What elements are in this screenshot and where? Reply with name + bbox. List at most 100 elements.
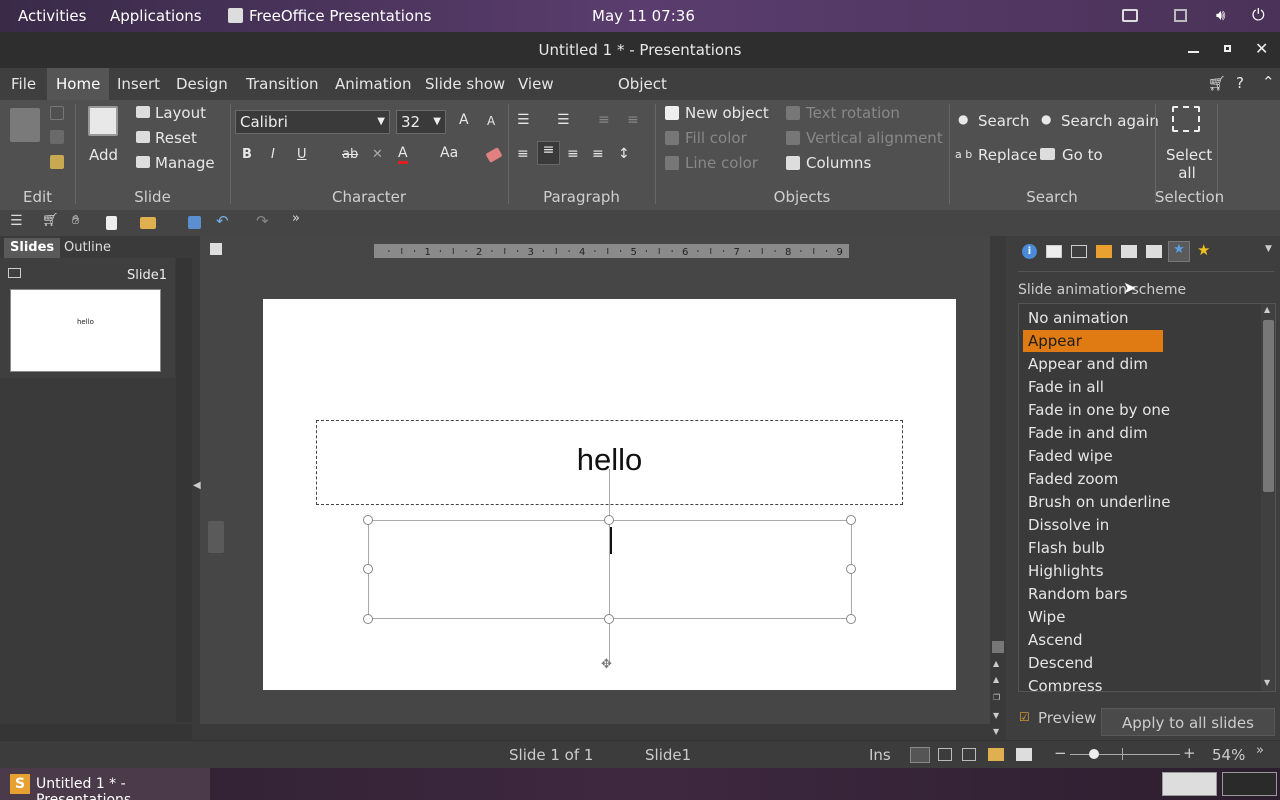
add-slide-button[interactable]: Add xyxy=(89,146,118,164)
volume-icon[interactable]: 🔊︎ xyxy=(1216,6,1225,24)
resize-handle-b[interactable] xyxy=(604,614,614,624)
first-slide-icon[interactable]: ▲ xyxy=(993,659,999,668)
slide-thumbnail-container[interactable]: Slide1 hello xyxy=(0,258,175,378)
align-right-icon[interactable]: ≡ xyxy=(567,146,579,162)
zoom-in-icon[interactable]: + xyxy=(1183,744,1196,762)
animation-scheme-item[interactable]: Ascend xyxy=(1027,629,1084,651)
maximize-icon[interactable] xyxy=(1224,45,1231,52)
resize-handle-r[interactable] xyxy=(846,564,856,574)
menu-insert[interactable]: Insert xyxy=(108,68,169,100)
applications-menu[interactable]: Applications xyxy=(110,7,202,25)
resize-handle-br[interactable] xyxy=(846,614,856,624)
animation-scheme-item[interactable]: Fade in and dim xyxy=(1027,422,1149,444)
animation-scheme-item[interactable]: Appear and dim xyxy=(1027,353,1149,375)
animation-scheme-item[interactable]: Appear xyxy=(1023,330,1163,352)
new-document-icon[interactable] xyxy=(106,216,117,230)
resize-handle-bl[interactable] xyxy=(363,614,373,624)
align-center-icon[interactable]: ≡ xyxy=(537,141,560,165)
horizontal-ruler[interactable]: 1 2 3 4 5 6 7 8 9 xyxy=(374,244,849,258)
animation-scheme-item[interactable]: Fade in all xyxy=(1027,376,1105,398)
redo-icon[interactable]: ↷ xyxy=(256,212,269,230)
eraser-icon[interactable] xyxy=(485,147,503,163)
text-rotation-button[interactable]: Text rotation xyxy=(806,104,900,122)
animation-scheme-item[interactable]: Flash bulb xyxy=(1027,537,1106,559)
slide-canvas[interactable]: hello ✥ xyxy=(263,299,956,690)
panel-menu-icon[interactable]: ▼ xyxy=(1265,244,1272,254)
menu-view[interactable]: View xyxy=(509,68,563,100)
copy-slide-icon[interactable]: ❐ xyxy=(993,693,1000,702)
slide-sorter-icon[interactable] xyxy=(938,748,952,761)
animation-scheme-item[interactable]: Descend xyxy=(1027,652,1094,674)
open-folder-icon[interactable] xyxy=(140,217,156,229)
menu-animation[interactable]: Animation xyxy=(326,68,420,100)
touch-mode-icon[interactable]: ✋︎ xyxy=(72,213,79,228)
resize-handle-t[interactable] xyxy=(604,515,614,525)
preview-checkbox[interactable]: ☑ xyxy=(1019,710,1030,724)
slide-transition-panel-icon[interactable] xyxy=(1121,245,1137,258)
animation-scheme-icon[interactable]: ★ xyxy=(1168,241,1190,262)
fill-color-button[interactable]: Fill color xyxy=(685,129,747,147)
zoom-slider-thumb[interactable] xyxy=(1089,749,1099,759)
animation-scheme-item[interactable]: Fade in one by one xyxy=(1027,399,1171,421)
bold-icon[interactable]: B xyxy=(242,147,252,162)
animation-scheme-item[interactable]: Faded wipe xyxy=(1027,445,1114,467)
activities-button[interactable]: Activities xyxy=(18,7,86,25)
clear-format-icon[interactable]: ✕ xyxy=(372,147,383,162)
cart-icon[interactable]: 🛒︎ xyxy=(1208,76,1226,92)
search-button[interactable]: Search xyxy=(978,112,1030,130)
underline-icon[interactable]: U xyxy=(297,147,307,162)
editor-vertical-scrollbar[interactable]: ▲ ▲ ❐ ▼ ▼ xyxy=(990,236,1006,740)
cut-icon[interactable] xyxy=(50,106,64,120)
app-menu[interactable]: FreeOffice Presentations xyxy=(249,7,431,25)
collapse-ribbon-icon[interactable]: ⌃ xyxy=(1262,73,1275,91)
custom-animation-icon[interactable] xyxy=(1146,245,1162,258)
list-scroll-down-icon[interactable]: ▼ xyxy=(1264,678,1270,687)
animation-scheme-item[interactable]: Wipe xyxy=(1027,606,1066,628)
editor-horizontal-scrollbar[interactable] xyxy=(200,724,990,740)
replace-button[interactable]: Replace xyxy=(978,146,1037,164)
grow-font-icon[interactable]: A xyxy=(459,112,469,128)
line-color-button[interactable]: Line color xyxy=(685,154,758,172)
menu-object[interactable]: Object xyxy=(609,68,676,100)
font-color-icon[interactable]: A xyxy=(398,145,408,164)
layout-button[interactable]: Layout xyxy=(155,104,206,122)
zoom-level[interactable]: 54% xyxy=(1212,746,1245,764)
undo-icon[interactable]: ↶ xyxy=(216,212,229,230)
animation-scheme-list[interactable]: ▲ ▼ No animation Appear Appear and dim Fade… xyxy=(1018,303,1276,692)
numbering-icon[interactable]: ☰ xyxy=(557,112,570,128)
columns-button[interactable]: Columns xyxy=(806,154,871,172)
prev-slide-icon[interactable]: ▲ xyxy=(993,675,999,684)
animation-scheme-item[interactable]: Compress xyxy=(1027,675,1103,691)
pane-resize-handle[interactable] xyxy=(208,521,224,553)
move-handle-icon[interactable]: ✥ xyxy=(601,657,612,672)
menu-transition[interactable]: Transition xyxy=(237,68,328,100)
animation-scheme-item[interactable]: No animation xyxy=(1027,307,1130,329)
list-scroll-up-icon[interactable]: ▲ xyxy=(1264,305,1270,314)
slide-thumbnail[interactable]: hello xyxy=(10,289,161,372)
apply-all-slides-button[interactable]: Apply to all slides xyxy=(1101,708,1275,736)
reset-button[interactable]: Reset xyxy=(155,129,197,147)
zoom-slider-track[interactable] xyxy=(1070,754,1180,755)
notes-view-icon[interactable] xyxy=(988,748,1004,761)
bullets-icon[interactable]: ☰ xyxy=(517,112,530,128)
info-icon[interactable]: i xyxy=(1022,244,1037,259)
menu-toggle-icon[interactable]: ☰ xyxy=(10,213,23,229)
tab-outline[interactable]: Outline xyxy=(58,238,117,258)
save-icon[interactable] xyxy=(188,216,201,229)
next-slide-icon[interactable]: ▼ xyxy=(993,711,999,720)
last-slide-icon[interactable]: ▼ xyxy=(993,727,999,736)
align-left-icon[interactable]: ≡ xyxy=(517,146,529,162)
clock[interactable]: May 11 07:36 xyxy=(592,7,695,25)
minimize-icon[interactable] xyxy=(1188,51,1199,53)
increase-indent-icon[interactable]: ≡ xyxy=(627,112,639,128)
favorites-icon[interactable]: ★ xyxy=(1197,241,1210,259)
slides-vertical-scrollbar[interactable] xyxy=(176,258,192,722)
paste-icon[interactable] xyxy=(10,108,40,142)
tab-slides[interactable]: Slides xyxy=(4,238,61,258)
master-pages-icon[interactable] xyxy=(1096,245,1112,258)
new-object-button[interactable]: New object xyxy=(685,104,769,122)
decrease-indent-icon[interactable]: ≡ xyxy=(598,112,610,128)
workspace-1[interactable] xyxy=(1162,772,1217,796)
properties-icon[interactable] xyxy=(1071,245,1087,258)
normal-view-icon[interactable] xyxy=(910,747,930,763)
